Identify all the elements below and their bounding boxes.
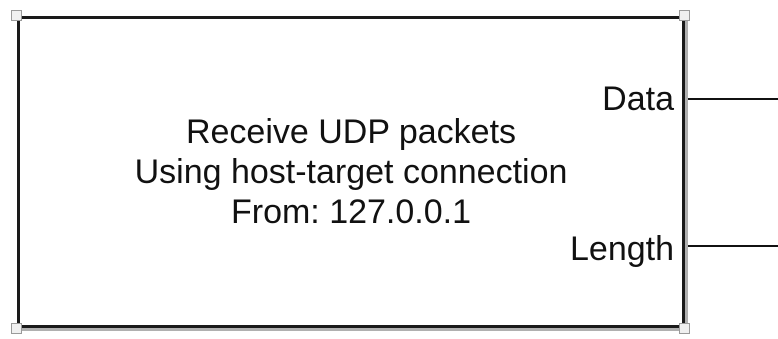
resize-handle-top-left[interactable] bbox=[11, 10, 22, 21]
block-connection-info: Using host-target connection bbox=[134, 153, 568, 191]
block-title: Receive UDP packets bbox=[185, 113, 517, 151]
output-signal-line-length[interactable] bbox=[688, 245, 778, 247]
output-signal-line-data[interactable] bbox=[688, 98, 778, 100]
resize-handle-bottom-left[interactable] bbox=[11, 323, 22, 334]
output-port-data-label: Data bbox=[602, 80, 674, 118]
block-description: Receive UDP packets Using host-target co… bbox=[17, 112, 685, 232]
block-source-address: From: 127.0.0.1 bbox=[230, 193, 471, 231]
resize-handle-top-right[interactable] bbox=[679, 10, 690, 21]
output-port-length-label: Length bbox=[570, 230, 674, 268]
resize-handle-bottom-right[interactable] bbox=[679, 323, 690, 334]
